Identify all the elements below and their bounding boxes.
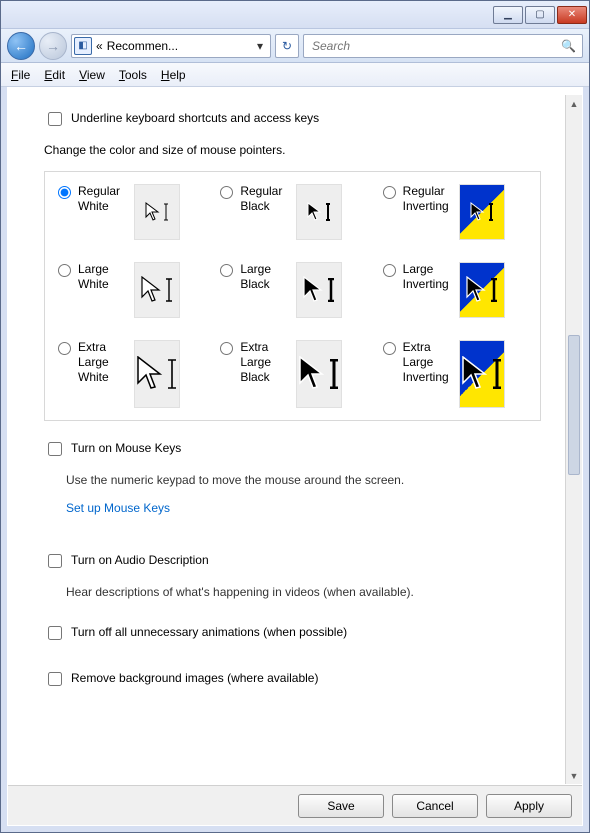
refresh-button[interactable]: ↻ [275, 34, 299, 58]
pointer-regular-white-label: Regular White [78, 184, 130, 214]
titlebar: ▁ ▢ ✕ [1, 1, 589, 29]
menu-bar: File Edit View Tools Help [1, 63, 589, 87]
pointer-xl-inverting-label: Extra Large Inverting [403, 340, 455, 385]
location-icon: ◧ [74, 37, 92, 55]
apply-button[interactable]: Apply [486, 794, 572, 818]
pointer-section-heading: Change the color and size of mouse point… [44, 143, 541, 157]
pointer-xl-inverting-radio[interactable] [383, 342, 396, 355]
underline-keyboard-label: Underline keyboard shortcuts and access … [71, 111, 319, 125]
pointer-regular-black-preview [296, 184, 342, 240]
vertical-scrollbar[interactable]: ▲ ▼ [565, 95, 582, 784]
menu-help[interactable]: Help [161, 68, 186, 82]
maximize-button[interactable]: ▢ [525, 6, 555, 24]
scroll-down-icon[interactable]: ▼ [566, 767, 582, 784]
pointer-regular-inverting-label: Regular Inverting [403, 184, 455, 214]
scroll-up-icon[interactable]: ▲ [566, 95, 582, 112]
pointer-xl-inverting-preview [459, 340, 505, 408]
turn-off-animations-checkbox[interactable] [48, 626, 62, 640]
setup-mouse-keys-link[interactable]: Set up Mouse Keys [66, 501, 170, 515]
pointer-regular-black-label: Regular Black [240, 184, 292, 214]
menu-edit[interactable]: Edit [44, 68, 65, 82]
content-area: Underline keyboard shortcuts and access … [8, 95, 565, 784]
menu-view[interactable]: View [79, 68, 105, 82]
cancel-button[interactable]: Cancel [392, 794, 478, 818]
window-frame: ▁ ▢ ✕ ← → ◧ « Recommen... ▾ ↻ 🔍 File Edi… [0, 0, 590, 833]
button-bar: Save Cancel Apply [8, 785, 582, 825]
pointer-large-white-preview [134, 262, 180, 318]
pointer-xl-black-label: Extra Large Black [240, 340, 292, 385]
pointer-regular-white-preview [134, 184, 180, 240]
mouse-keys-checkbox[interactable] [48, 442, 62, 456]
audio-description-checkbox[interactable] [48, 554, 62, 568]
pointer-xl-black-radio[interactable] [220, 342, 233, 355]
remove-background-images-checkbox[interactable] [48, 672, 62, 686]
pointer-xl-white-label: Extra Large White [78, 340, 130, 385]
pointer-xl-white-radio[interactable] [58, 342, 71, 355]
address-bar[interactable]: ◧ « Recommen... ▾ [71, 34, 271, 58]
forward-button[interactable]: → [39, 32, 67, 60]
breadcrumb-dropdown-icon[interactable]: ▾ [252, 39, 268, 53]
menu-file[interactable]: File [11, 68, 30, 82]
pointer-regular-white-radio[interactable] [58, 186, 71, 199]
nav-toolbar: ← → ◧ « Recommen... ▾ ↻ 🔍 [1, 29, 589, 63]
pointer-large-black-radio[interactable] [220, 264, 233, 277]
pointer-regular-inverting-preview [459, 184, 505, 240]
pointer-xl-white-preview [134, 340, 180, 408]
pointer-large-black-preview [296, 262, 342, 318]
pointer-large-white-label: Large White [78, 262, 130, 292]
breadcrumb-prefix: « [96, 39, 103, 53]
pointer-large-inverting-radio[interactable] [383, 264, 396, 277]
scroll-thumb[interactable] [568, 335, 580, 475]
mouse-keys-label: Turn on Mouse Keys [71, 441, 181, 455]
pointer-xl-black-preview [296, 340, 342, 408]
close-button[interactable]: ✕ [557, 6, 587, 24]
remove-background-images-label: Remove background images (where availabl… [71, 671, 318, 685]
audio-description-label: Turn on Audio Description [71, 553, 209, 567]
underline-keyboard-checkbox[interactable] [48, 112, 62, 126]
search-box[interactable]: 🔍 [303, 34, 583, 58]
back-button[interactable]: ← [7, 32, 35, 60]
audio-description-description: Hear descriptions of what's happening in… [66, 585, 541, 599]
minimize-button[interactable]: ▁ [493, 6, 523, 24]
pointer-regular-black-radio[interactable] [220, 186, 233, 199]
turn-off-animations-label: Turn off all unnecessary animations (whe… [71, 625, 347, 639]
search-icon: 🔍 [561, 39, 576, 53]
search-input[interactable] [310, 38, 561, 54]
pointer-large-inverting-preview [459, 262, 505, 318]
menu-tools[interactable]: Tools [119, 68, 147, 82]
save-button[interactable]: Save [298, 794, 384, 818]
pointer-large-white-radio[interactable] [58, 264, 71, 277]
pointer-large-black-label: Large Black [240, 262, 292, 292]
breadcrumb-text: Recommen... [107, 39, 248, 53]
pointer-regular-inverting-radio[interactable] [383, 186, 396, 199]
mouse-keys-description: Use the numeric keypad to move the mouse… [66, 473, 541, 487]
pointer-grid: Regular White Regular Black Regular Inve… [44, 171, 541, 421]
pointer-large-inverting-label: Large Inverting [403, 262, 455, 292]
